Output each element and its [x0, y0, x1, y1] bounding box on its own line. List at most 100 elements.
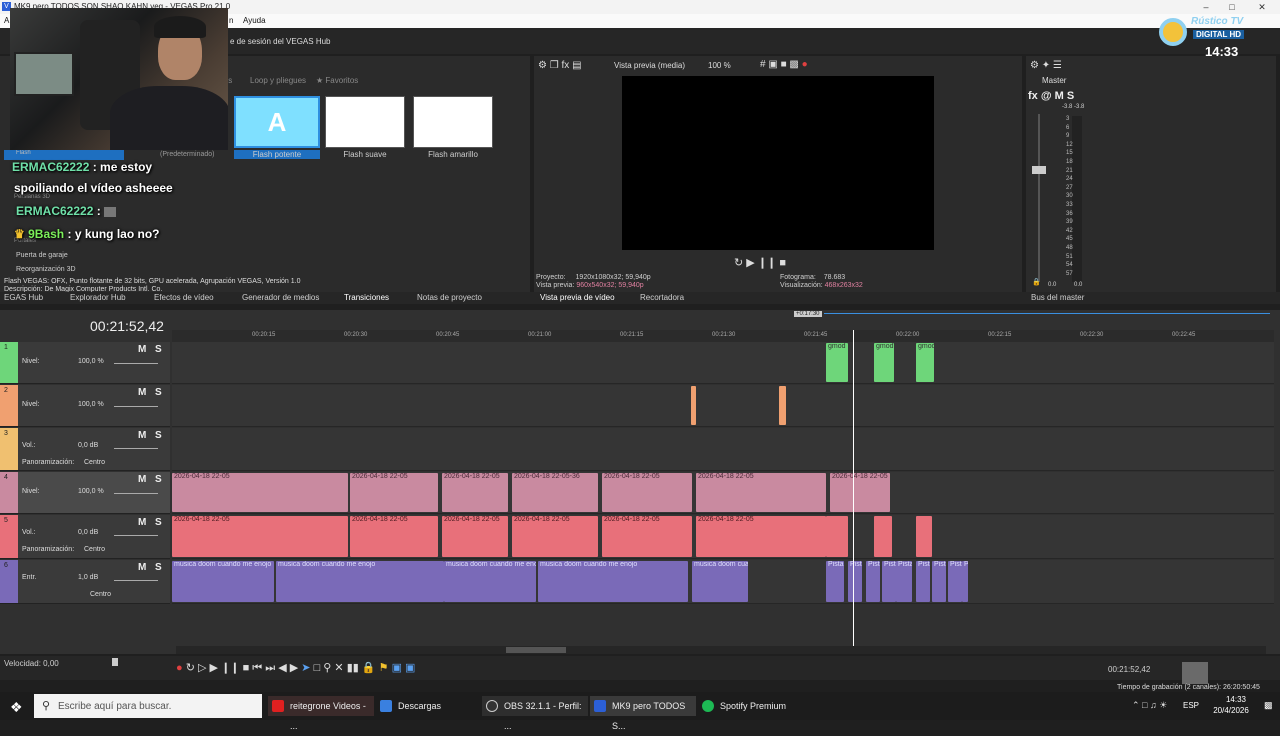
- mute-button[interactable]: M: [138, 344, 146, 355]
- mute-button[interactable]: M: [138, 474, 146, 485]
- timeline-clip[interactable]: Pista: [866, 561, 880, 602]
- mute-button[interactable]: M: [138, 562, 146, 573]
- transition-thumb-flash-amarillo[interactable]: [413, 96, 493, 148]
- track-header-6[interactable]: 6 M S Entr. 1,0 dB Centro: [0, 560, 170, 604]
- track-slider[interactable]: [114, 406, 158, 407]
- timeline-clip[interactable]: 2026-04-18 22-05: [696, 473, 826, 512]
- timeline-clip[interactable]: Pista: [962, 561, 968, 602]
- timeline-clip[interactable]: musica doom cuando me enojo: [538, 561, 688, 602]
- fx-icon[interactable]: fx: [1028, 90, 1038, 102]
- track-lane-2[interactable]: [172, 385, 1274, 427]
- timeline-clip[interactable]: [826, 516, 848, 557]
- timeline-clip[interactable]: 2026-04-18 22-05: [172, 473, 348, 512]
- loop-region[interactable]: [824, 313, 1270, 314]
- prev-frame-icon[interactable]: ◀: [278, 662, 286, 674]
- solo-button[interactable]: S: [155, 562, 162, 573]
- tab-bus-master[interactable]: Bus del master: [1031, 293, 1084, 302]
- autoripple-icon[interactable]: ▣: [405, 662, 415, 674]
- gear-icon[interactable]: ⚙: [538, 60, 547, 71]
- timeline-clip[interactable]: musica doom cuando me enojo: [276, 561, 444, 602]
- taskbar-app-descargas[interactable]: Descargas: [376, 696, 480, 716]
- timeline-clip[interactable]: 2026-04-18 22-05: [350, 473, 438, 512]
- stop-icon[interactable]: ■: [243, 662, 250, 674]
- track-slider[interactable]: [114, 448, 158, 449]
- hub-login-link[interactable]: e de sesión del VEGAS Hub: [230, 37, 331, 46]
- effects-tab-favoritos[interactable]: ★ Favoritos: [316, 76, 358, 85]
- grid-icon[interactable]: #: [760, 59, 766, 70]
- timeline-clip[interactable]: 2026-04-18 22-05: [512, 516, 598, 557]
- go-start-icon[interactable]: ⏮: [252, 662, 262, 674]
- menu-item-ayuda[interactable]: Ayuda: [243, 16, 266, 25]
- master-fader-handle[interactable]: [1032, 166, 1046, 174]
- timeline-clip[interactable]: 2026-04-18 22-05-36: [512, 473, 598, 512]
- timeline-clip[interactable]: musica doom cuando me enojo: [444, 561, 536, 602]
- transition-thumb-flash-suave[interactable]: [325, 96, 405, 148]
- effects-list-item-reorg[interactable]: Reorganización 3D: [16, 266, 76, 273]
- timeline-clip[interactable]: 2026-04-18 22-05: [442, 516, 508, 557]
- timeline-scrollbar[interactable]: [176, 646, 1266, 654]
- timeline-clip[interactable]: gmod: [916, 343, 934, 382]
- loop-icon[interactable]: ↻: [734, 257, 743, 269]
- play-start-icon[interactable]: ▷: [198, 662, 206, 674]
- taskbar-app-vegas[interactable]: MK9 pero TODOS S...: [590, 696, 696, 731]
- timeline-clip[interactable]: [691, 386, 696, 425]
- timeline-clip[interactable]: musica doom cuando me enojo: [172, 561, 274, 602]
- pause-icon[interactable]: ❙❙: [758, 257, 776, 269]
- speed-slider[interactable]: [112, 658, 118, 666]
- taskbar-date[interactable]: 20/4/2026: [1206, 706, 1256, 715]
- taskbar-app-obs[interactable]: OBS 32.1.1 - Perfil: ...: [482, 696, 588, 731]
- pin-icon[interactable]: ✦: [1042, 60, 1050, 71]
- timeline-ruler[interactable]: 00:20:15 00:20:30 00:20:45 00:21:00 00:21:15…: [172, 330, 1274, 342]
- link-icon[interactable]: @: [1041, 90, 1052, 102]
- scrollbar-thumb[interactable]: [506, 647, 566, 653]
- timeline-clip[interactable]: Pista: [882, 561, 896, 602]
- timeline-clip[interactable]: [916, 516, 932, 557]
- timeline-clip[interactable]: [779, 386, 786, 425]
- solo-button[interactable]: S: [155, 387, 162, 398]
- track-header-4[interactable]: 4 M S Nivel: 100,0 %: [0, 472, 170, 514]
- track-slider[interactable]: [114, 535, 158, 536]
- snapshot-icon[interactable]: ■: [781, 59, 787, 70]
- mute-button[interactable]: M: [138, 430, 146, 441]
- zoom-icon[interactable]: ⚲: [323, 662, 331, 674]
- menu-item-archivo[interactable]: A: [4, 16, 9, 25]
- track-slider[interactable]: [114, 493, 158, 494]
- playhead-cursor[interactable]: [853, 330, 854, 646]
- track-slider[interactable]: [114, 363, 158, 364]
- play-icon[interactable]: ▶: [210, 662, 218, 674]
- taskbar-time[interactable]: 14:33: [1216, 695, 1256, 704]
- timeline-clip[interactable]: Pista: [916, 561, 930, 602]
- overlay-icon[interactable]: ▣: [768, 59, 777, 70]
- record-icon[interactable]: ●: [176, 662, 183, 674]
- effects-list-item-puerta[interactable]: Puerta de garaje: [16, 252, 68, 259]
- timeline-clip[interactable]: musica doom cuando me enojo: [692, 561, 748, 602]
- stop-icon[interactable]: ■: [779, 257, 786, 269]
- timeline-clip[interactable]: Pista: [826, 561, 844, 602]
- timeline-marker[interactable]: +0:17:30: [794, 311, 822, 317]
- loop-icon[interactable]: ↻: [186, 662, 195, 674]
- track-pan-value[interactable]: Centro: [84, 546, 105, 553]
- gear-icon[interactable]: ⚙: [1030, 60, 1039, 71]
- track-lane-3[interactable]: [172, 428, 1274, 471]
- solo-button[interactable]: S: [155, 474, 162, 485]
- track-lane-6[interactable]: musica doom cuando me enojo musica doom c…: [172, 560, 1274, 604]
- taskbar-search[interactable]: ⚲ Escribe aquí para buscar.: [34, 694, 262, 718]
- minimize-button[interactable]: –: [1196, 0, 1216, 14]
- track-lane-4[interactable]: 2026-04-18 22-05 2026-04-18 22-05 2026-04-…: [172, 472, 1274, 514]
- preview-quality-dropdown[interactable]: Vista previa (media): [614, 61, 685, 70]
- solo-button[interactable]: S: [155, 430, 162, 441]
- windows-start-icon[interactable]: ❖: [10, 699, 23, 716]
- track-lane-5[interactable]: 2026-04-18 22-05 2026-04-18 22-05 2026-04-…: [172, 515, 1274, 559]
- timeline-clip[interactable]: gmod: [826, 343, 848, 382]
- lock-icon[interactable]: 🔒: [362, 662, 376, 674]
- timeline-clip[interactable]: 2026-04-18 22-05: [350, 516, 438, 557]
- tab-recortadora[interactable]: Recortadora: [640, 293, 684, 302]
- timeline-clip[interactable]: Pista: [932, 561, 946, 602]
- track-lane-1[interactable]: gmod gmod gmod: [172, 342, 1274, 384]
- notification-icon[interactable]: ▩: [1264, 700, 1273, 711]
- track-pan-value[interactable]: Centro: [84, 459, 105, 466]
- snap-icon[interactable]: ▣: [392, 662, 402, 674]
- taskbar-lang[interactable]: ESP: [1183, 701, 1199, 710]
- timeline-clip[interactable]: 2026-04-18 22-05: [172, 516, 348, 557]
- solo-button[interactable]: S: [155, 344, 162, 355]
